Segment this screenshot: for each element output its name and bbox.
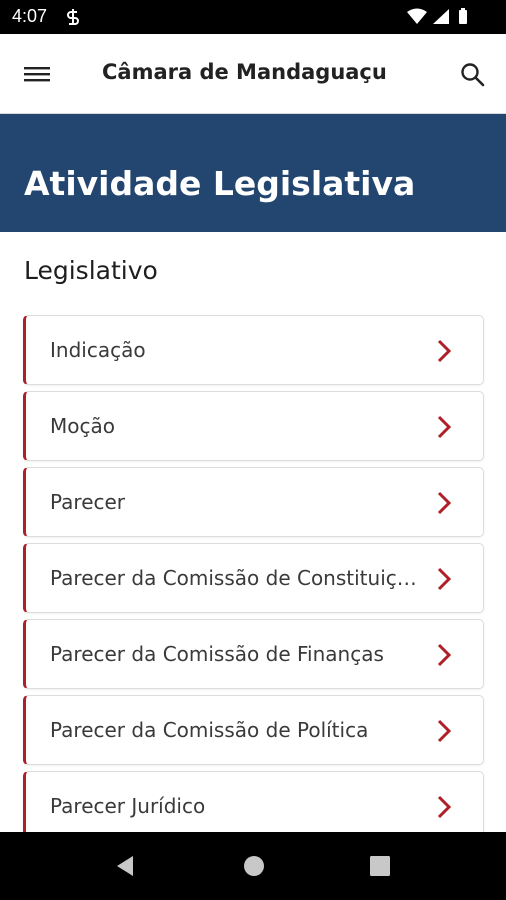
list-item-label: Parecer [50, 490, 126, 514]
battery-icon [459, 10, 467, 24]
status-icons [407, 8, 467, 24]
legislative-list: Indicação Moção Parecer Parecer da Comis… [23, 315, 484, 847]
list-item-indicacao[interactable]: Indicação [23, 315, 484, 385]
chevron-right-icon [437, 567, 452, 591]
list-item-label: Parecer da Comissão de Finanças [50, 642, 384, 666]
hamburger-menu-icon[interactable] [22, 60, 56, 88]
list-item-label: Indicação [50, 338, 146, 362]
list-item-parecer-juridico[interactable]: Parecer Jurídico [23, 771, 484, 841]
app-title: Câmara de Mandaguaçu [102, 60, 387, 84]
status-time: 4:07 [12, 6, 48, 26]
back-triangle-icon[interactable] [112, 852, 140, 880]
list-item-label: Parecer Jurídico [50, 794, 206, 818]
home-circle-icon[interactable] [240, 852, 268, 880]
chevron-right-icon [437, 719, 452, 743]
hero-banner: Atividade Legislativa [0, 114, 506, 232]
sync-icon [67, 9, 79, 25]
chevron-right-icon [437, 339, 452, 363]
chevron-right-icon [437, 643, 452, 667]
signal-icon [433, 9, 449, 24]
system-nav-bar [0, 832, 506, 900]
list-item-parecer[interactable]: Parecer [23, 467, 484, 537]
page-title: Atividade Legislativa [24, 164, 416, 203]
list-item-parecer-politica[interactable]: Parecer da Comissão de Política [23, 695, 484, 765]
wifi-icon [407, 8, 427, 24]
chevron-right-icon [437, 795, 452, 819]
list-item-label: Moção [50, 414, 115, 438]
list-item-label: Parecer da Comissão de Política [50, 718, 369, 742]
list-item-mocao[interactable]: Moção [23, 391, 484, 461]
chevron-right-icon [437, 415, 452, 439]
chevron-right-icon [437, 491, 452, 515]
app-bar: Câmara de Mandaguaçu [0, 34, 506, 114]
list-item-parecer-financas[interactable]: Parecer da Comissão de Finanças [23, 619, 484, 689]
list-item-parecer-constituicao[interactable]: Parecer da Comissão de Constituição e Ju… [23, 543, 484, 613]
recents-square-icon[interactable] [366, 852, 394, 880]
list-item-label: Parecer da Comissão de Constituição e Ju… [50, 566, 420, 590]
section-title: Legislativo [24, 256, 158, 285]
search-icon[interactable] [458, 60, 488, 90]
status-bar: 4:07 [0, 0, 506, 34]
